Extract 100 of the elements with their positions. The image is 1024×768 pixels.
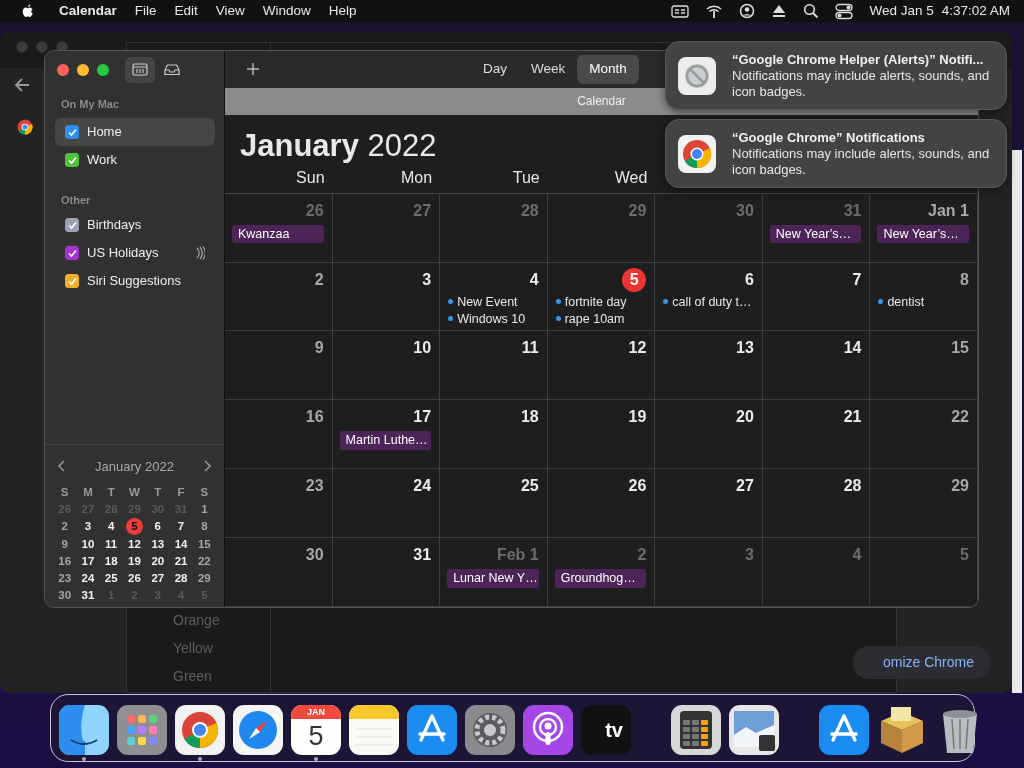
mini-calendar-day[interactable]: 7: [169, 518, 193, 534]
mini-calendar-day[interactable]: 27: [146, 570, 170, 586]
menu-item[interactable]: Help: [319, 0, 366, 22]
view-tab[interactable]: Week: [519, 55, 578, 84]
mini-calendar-day[interactable]: 16: [53, 553, 77, 569]
mini-calendar-title: January 2022: [95, 457, 174, 476]
finder-icon[interactable]: [59, 705, 109, 755]
previous-month-icon[interactable]: [57, 460, 66, 473]
apple-icon[interactable]: [20, 3, 36, 19]
photo-icon[interactable]: [729, 705, 779, 755]
compass-icon[interactable]: [233, 705, 283, 755]
event-item[interactable]: call of duty t…: [662, 292, 754, 310]
mini-calendar-day[interactable]: 17: [76, 553, 100, 569]
event-bar[interactable]: Lunar New Y…: [447, 569, 539, 588]
mini-calendar-day[interactable]: 19: [122, 553, 147, 569]
browser-icon[interactable]: [17, 119, 33, 135]
mini-calendar-day[interactable]: 21: [169, 553, 193, 569]
mini-calendar-day[interactable]: 12: [122, 536, 147, 552]
back-icon[interactable]: [14, 77, 31, 93]
mini-calendar-day[interactable]: 31: [76, 587, 100, 603]
mini-calendar-day[interactable]: 18: [99, 553, 123, 569]
event-item[interactable]: dentist: [877, 292, 969, 310]
menu-bar-date[interactable]: Wed Jan 5: [869, 0, 934, 22]
eject-icon[interactable]: [771, 3, 788, 19]
checkbox[interactable]: [65, 274, 79, 288]
calendar-item[interactable]: Home: [55, 117, 215, 146]
mini-calendar-day[interactable]: 29: [192, 570, 216, 586]
window-button[interactable]: [77, 63, 89, 76]
event-bar[interactable]: Martin Luthe…: [339, 431, 432, 451]
user-icon[interactable]: [739, 3, 756, 19]
mini-calendar-day[interactable]: 11: [99, 536, 123, 552]
event-item[interactable]: rape 10am: [554, 309, 647, 327]
calendar-item[interactable]: Birthdays: [55, 211, 215, 239]
podcast-icon[interactable]: [523, 705, 573, 755]
window-button[interactable]: [57, 63, 69, 76]
calendar-item[interactable]: US Holidays: [55, 239, 215, 267]
day-number: 2: [637, 545, 647, 566]
event-item[interactable]: fortnite day: [554, 292, 647, 310]
event-bar[interactable]: New Year’s…: [769, 224, 862, 244]
mini-calendar-day[interactable]: 22: [192, 553, 216, 569]
display-icon[interactable]: [671, 3, 690, 19]
calendar-icon[interactable]: JAN 5: [291, 705, 341, 755]
menu-item[interactable]: Edit: [165, 0, 207, 22]
mini-calendar-day[interactable]: 5: [126, 518, 143, 535]
event-item[interactable]: New Event: [447, 292, 539, 310]
menu-item[interactable]: View: [206, 0, 254, 22]
calendar-list-button[interactable]: [125, 56, 155, 83]
mini-calendar-day[interactable]: 30: [53, 587, 77, 603]
wifi-icon[interactable]: [705, 3, 724, 19]
add-icon[interactable]: [247, 63, 259, 76]
gear-icon[interactable]: [465, 705, 515, 755]
browser-icon[interactable]: [175, 705, 225, 755]
mini-calendar-day[interactable]: 10: [76, 536, 100, 552]
checkbox[interactable]: [65, 218, 79, 232]
app-menu[interactable]: Calendar: [50, 0, 126, 22]
calculator-icon[interactable]: [671, 705, 721, 755]
calendar-item[interactable]: Work: [55, 145, 215, 174]
notes-icon[interactable]: [349, 705, 399, 755]
event-bar[interactable]: Groundhog…: [554, 569, 647, 588]
mini-calendar-day[interactable]: 6: [146, 518, 170, 534]
launchpad-icon[interactable]: [117, 705, 167, 755]
mini-calendar-day[interactable]: 24: [76, 570, 100, 586]
mini-calendar-day[interactable]: 2: [53, 518, 77, 534]
event-bar[interactable]: New Year’s…: [877, 224, 969, 244]
mini-calendar-day[interactable]: 20: [146, 553, 170, 569]
search-icon[interactable]: [803, 3, 820, 19]
calendar-item[interactable]: Siri Suggestions: [55, 267, 215, 295]
control-center-icon[interactable]: [835, 2, 854, 20]
mini-calendar-day[interactable]: 23: [53, 570, 77, 586]
view-tab[interactable]: Day: [471, 55, 519, 84]
mini-calendar-day[interactable]: 1: [192, 501, 216, 517]
customize-button[interactable]: omize Chrome: [852, 646, 990, 679]
mini-calendar-day[interactable]: 28: [169, 570, 193, 586]
mini-calendar-day[interactable]: 14: [169, 536, 193, 552]
mini-calendar-day[interactable]: 3: [76, 518, 100, 534]
mini-calendar-day[interactable]: 13: [146, 536, 170, 552]
event-item[interactable]: Windows 10: [447, 309, 539, 327]
checkbox[interactable]: [65, 246, 79, 260]
event-bar[interactable]: Kwanzaa: [232, 224, 324, 244]
app-store-icon[interactable]: [819, 705, 869, 755]
menu-item[interactable]: Window: [253, 0, 320, 22]
notification-card[interactable]: “Google Chrome Helper (Alerts)” Notifi... Notifications may include alerts, sounds, and icon badges.: [665, 41, 1007, 110]
mini-calendar-day[interactable]: 4: [99, 518, 123, 534]
mini-calendar-day[interactable]: 9: [53, 536, 77, 552]
app-store-icon[interactable]: [407, 705, 457, 755]
mini-calendar-day[interactable]: 8: [192, 518, 216, 534]
tv-icon[interactable]: tv: [581, 705, 631, 755]
checkbox[interactable]: [65, 152, 79, 167]
mini-calendar-day[interactable]: 15: [192, 536, 216, 552]
view-tab[interactable]: Month: [577, 55, 639, 84]
checkbox[interactable]: [65, 124, 79, 139]
next-month-icon[interactable]: [203, 460, 212, 473]
window-button[interactable]: [97, 63, 109, 76]
notification-card[interactable]: “Google Chrome” Notifications Notifications may include alerts, sounds, and icon badges.: [665, 119, 1007, 188]
scroll-bar[interactable]: [1012, 150, 1022, 693]
mini-calendar-day[interactable]: 25: [99, 570, 123, 586]
mini-calendar-day[interactable]: 26: [122, 570, 147, 586]
menu-item[interactable]: File: [125, 0, 166, 22]
day-number: 9: [314, 338, 324, 359]
menu-bar-time[interactable]: 4:37:02 AM: [941, 0, 1010, 22]
